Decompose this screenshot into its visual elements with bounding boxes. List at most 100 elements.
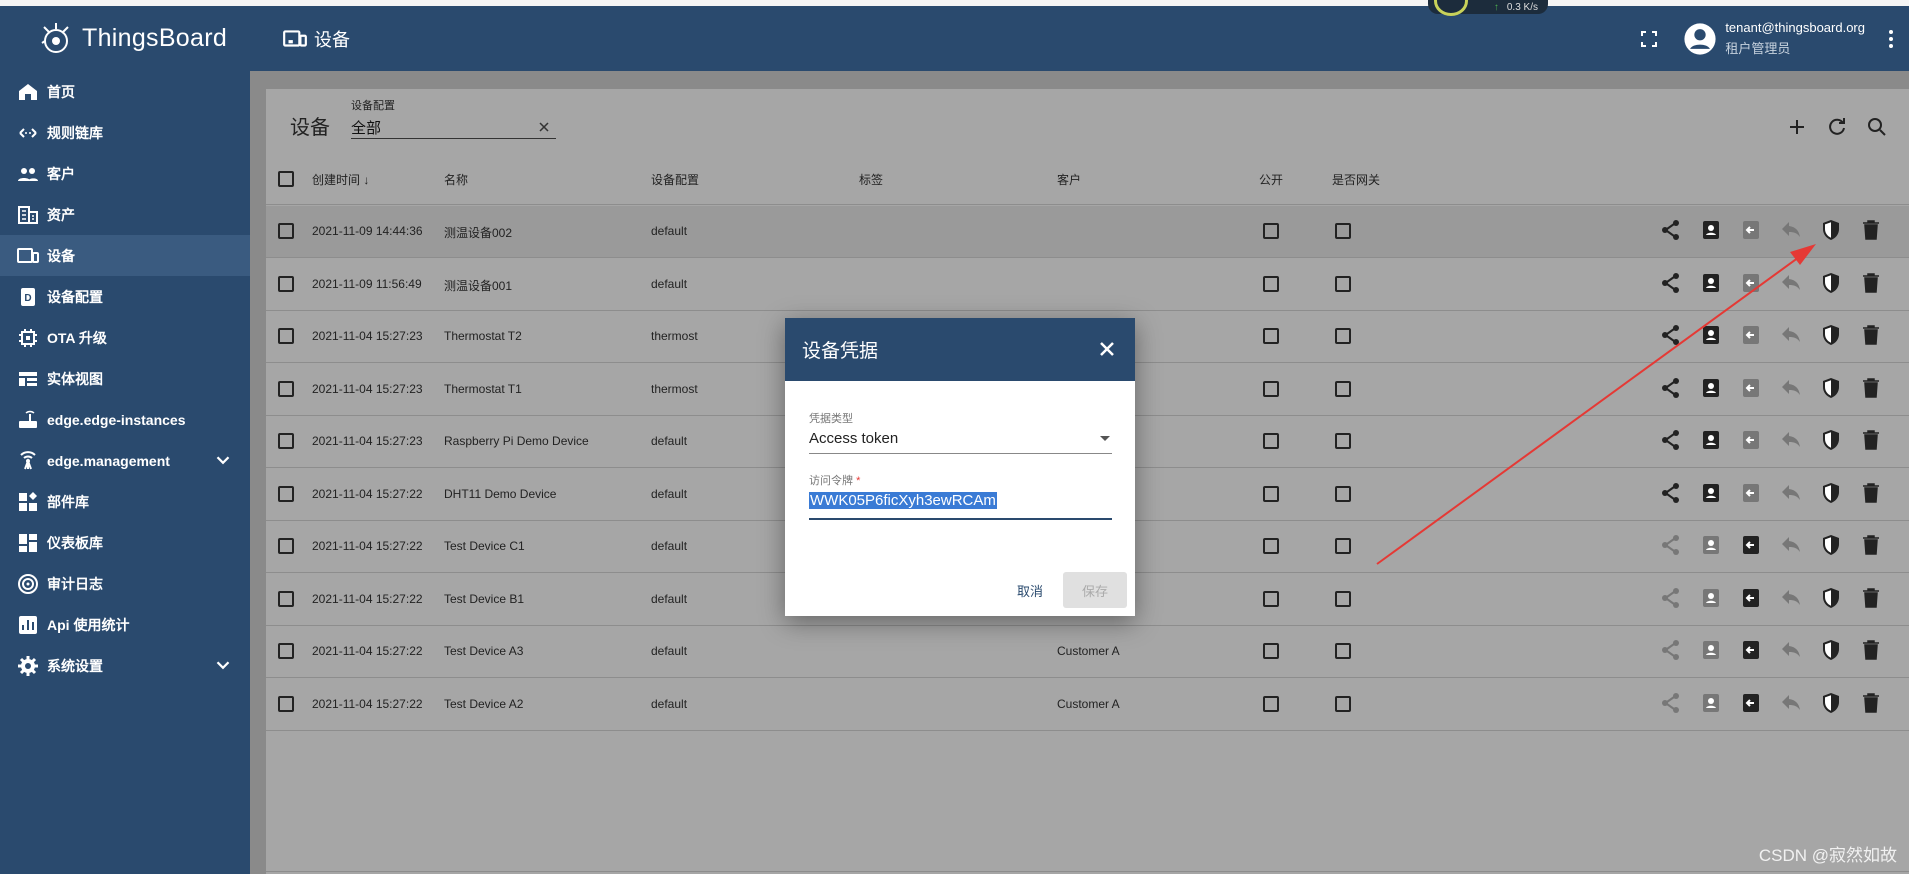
manage-credentials-icon[interactable] — [1819, 533, 1843, 557]
assign-customer-icon[interactable] — [1699, 533, 1723, 557]
sidebar-item-12[interactable]: 审计日志 — [0, 563, 250, 604]
row-checkbox[interactable] — [278, 380, 294, 397]
gateway-checkbox[interactable] — [1335, 695, 1351, 712]
manage-credentials-icon[interactable] — [1819, 271, 1843, 295]
sidebar-item-3[interactable]: 资产 — [0, 194, 250, 235]
sidebar-item-2[interactable]: 客户 — [0, 153, 250, 194]
assign-customer-icon[interactable] — [1699, 376, 1723, 400]
row-checkbox[interactable] — [278, 538, 294, 554]
row-checkbox[interactable] — [278, 223, 294, 239]
gateway-checkbox[interactable] — [1335, 275, 1351, 292]
undo-icon[interactable] — [1779, 586, 1803, 610]
delete-icon[interactable] — [1859, 481, 1883, 505]
manage-credentials-icon[interactable] — [1819, 218, 1843, 242]
row-checkbox[interactable] — [278, 275, 294, 292]
gateway-checkbox[interactable] — [1335, 590, 1351, 607]
undo-icon[interactable] — [1779, 691, 1803, 715]
col-name[interactable]: 名称 — [444, 171, 468, 188]
table-row[interactable]: 2021-11-09 14:44:36 测温设备002 default — [266, 206, 1909, 258]
manage-credentials-icon[interactable] — [1819, 586, 1843, 610]
access-token-input[interactable]: WWK05P6ficXyh3ewRCAm — [809, 492, 1112, 520]
public-checkbox[interactable] — [1263, 328, 1279, 344]
share-icon[interactable] — [1659, 323, 1683, 347]
undo-icon[interactable] — [1779, 533, 1803, 557]
share-icon[interactable] — [1659, 218, 1683, 242]
share-icon[interactable] — [1659, 691, 1683, 715]
undo-icon[interactable] — [1779, 428, 1803, 452]
share-icon[interactable] — [1659, 271, 1683, 295]
fullscreen-icon[interactable] — [1637, 27, 1661, 51]
public-checkbox[interactable] — [1263, 485, 1279, 502]
sidebar-item-9[interactable]: edge.management — [0, 440, 250, 481]
row-checkbox[interactable] — [278, 643, 294, 659]
delete-icon[interactable] — [1859, 428, 1883, 452]
unassign-customer-icon[interactable] — [1739, 586, 1763, 610]
col-device-profile[interactable]: 设备配置 — [651, 171, 699, 188]
sidebar-item-6[interactable]: OTA 升级 — [0, 317, 250, 358]
public-checkbox[interactable] — [1263, 275, 1279, 292]
user-info[interactable]: tenant@thingsboard.org 租户管理员 — [1725, 20, 1865, 57]
sidebar-item-4[interactable]: 设备 — [0, 235, 250, 276]
gateway-checkbox[interactable] — [1335, 328, 1351, 344]
cancel-button[interactable]: 取消 — [1017, 581, 1043, 600]
app-logo[interactable]: ThingsBoard — [0, 6, 250, 71]
public-checkbox[interactable] — [1263, 223, 1279, 239]
public-checkbox[interactable] — [1263, 590, 1279, 607]
delete-icon[interactable] — [1859, 586, 1883, 610]
select-all-checkbox[interactable] — [278, 171, 294, 187]
share-icon[interactable] — [1659, 376, 1683, 400]
share-icon[interactable] — [1659, 638, 1683, 662]
delete-icon[interactable] — [1859, 271, 1883, 295]
undo-icon[interactable] — [1779, 376, 1803, 400]
delete-icon[interactable] — [1859, 323, 1883, 347]
table-row[interactable]: 2021-11-04 15:27:22 Test Device A3 default… — [266, 626, 1909, 678]
share-icon[interactable] — [1659, 533, 1683, 557]
delete-icon[interactable] — [1859, 376, 1883, 400]
credential-type-select[interactable]: Access token — [809, 430, 1112, 454]
gateway-checkbox[interactable] — [1335, 485, 1351, 502]
unassign-customer-icon[interactable] — [1739, 481, 1763, 505]
delete-icon[interactable] — [1859, 218, 1883, 242]
manage-credentials-icon[interactable] — [1819, 323, 1843, 347]
share-icon[interactable] — [1659, 481, 1683, 505]
unassign-customer-icon[interactable] — [1739, 533, 1763, 557]
delete-icon[interactable] — [1859, 533, 1883, 557]
public-checkbox[interactable] — [1263, 380, 1279, 397]
assign-customer-icon[interactable] — [1699, 691, 1723, 715]
row-checkbox[interactable] — [278, 433, 294, 449]
share-icon[interactable] — [1659, 586, 1683, 610]
manage-credentials-icon[interactable] — [1819, 481, 1843, 505]
sidebar-item-13[interactable]: Api 使用统计 — [0, 604, 250, 645]
manage-credentials-icon[interactable] — [1819, 376, 1843, 400]
gateway-checkbox[interactable] — [1335, 643, 1351, 659]
undo-icon[interactable] — [1779, 271, 1803, 295]
gateway-checkbox[interactable] — [1335, 380, 1351, 397]
gateway-checkbox[interactable] — [1335, 538, 1351, 554]
unassign-customer-icon[interactable] — [1739, 271, 1763, 295]
col-created-time[interactable]: 创建时间 ↓ — [312, 171, 369, 188]
undo-icon[interactable] — [1779, 323, 1803, 347]
unassign-customer-icon[interactable] — [1739, 428, 1763, 452]
assign-customer-icon[interactable] — [1699, 323, 1723, 347]
manage-credentials-icon[interactable] — [1819, 691, 1843, 715]
sidebar-item-5[interactable]: D 设备配置 — [0, 276, 250, 317]
undo-icon[interactable] — [1779, 638, 1803, 662]
unassign-customer-icon[interactable] — [1739, 323, 1763, 347]
manage-credentials-icon[interactable] — [1819, 428, 1843, 452]
undo-icon[interactable] — [1779, 218, 1803, 242]
delete-icon[interactable] — [1859, 691, 1883, 715]
avatar-icon[interactable] — [1683, 22, 1717, 56]
sidebar-item-10[interactable]: 部件库 — [0, 481, 250, 522]
table-row[interactable]: 2021-11-04 15:27:22 Test Device A2 default… — [266, 679, 1909, 731]
access-token-field[interactable]: 访问令牌 * WWK05P6ficXyh3ewRCAm — [809, 472, 1112, 520]
credential-type-field[interactable]: 凭据类型 Access token — [809, 410, 1112, 454]
public-checkbox[interactable] — [1263, 538, 1279, 554]
assign-customer-icon[interactable] — [1699, 218, 1723, 242]
share-icon[interactable] — [1659, 428, 1683, 452]
sidebar-item-11[interactable]: 仪表板库 — [0, 522, 250, 563]
refresh-icon[interactable] — [1825, 115, 1849, 139]
more-vert-icon[interactable] — [1879, 27, 1903, 51]
assign-customer-icon[interactable] — [1699, 271, 1723, 295]
filter-value[interactable]: 全部 — [351, 117, 556, 139]
assign-customer-icon[interactable] — [1699, 481, 1723, 505]
